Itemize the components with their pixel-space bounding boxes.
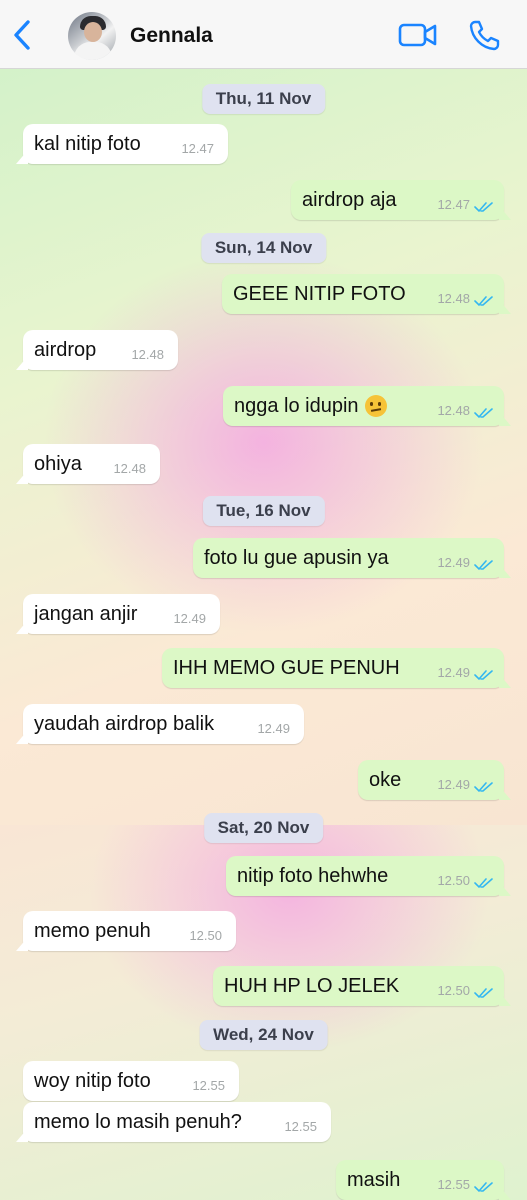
contact-avatar[interactable] xyxy=(68,12,116,60)
message-time: 12.49 xyxy=(173,611,206,626)
incoming-message[interactable]: airdrop 12.48 xyxy=(16,330,178,370)
message-time: 12.48 xyxy=(131,347,164,362)
incoming-message[interactable]: ohiya 12.48 xyxy=(16,444,160,484)
incoming-message[interactable]: memo penuh 12.50 xyxy=(16,911,236,951)
message-text: IHH MEMO GUE PENUH xyxy=(173,656,400,679)
double-check-icon xyxy=(474,408,493,419)
double-check-icon xyxy=(474,1182,493,1193)
chevron-left-icon xyxy=(14,20,30,50)
message-text: oke xyxy=(369,768,402,791)
raised-eyebrow-emoji xyxy=(364,395,387,417)
message-text: nitip foto hehwhe xyxy=(237,864,389,887)
message-time: 12.55 xyxy=(437,1177,470,1192)
message-text: memo lo masih penuh? xyxy=(34,1110,242,1133)
message-time: 12.48 xyxy=(113,461,146,476)
outgoing-message[interactable]: airdrop aja 12.47 xyxy=(291,180,511,220)
chat-header: Gennala xyxy=(0,0,527,69)
date-separator: Thu, 11 Nov xyxy=(201,84,326,114)
message-time: 12.49 xyxy=(437,665,470,680)
double-check-icon xyxy=(474,560,493,571)
double-check-icon xyxy=(474,878,493,889)
message-time: 12.50 xyxy=(189,928,222,943)
message-text: kal nitip foto xyxy=(34,132,141,155)
double-check-icon xyxy=(474,202,493,213)
double-check-icon xyxy=(474,670,493,681)
message-text: foto lu gue apusin ya xyxy=(204,546,389,569)
message-text: woy nitip foto xyxy=(34,1069,151,1092)
contact-name[interactable]: Gennala xyxy=(130,24,213,48)
message-time: 12.47 xyxy=(181,141,214,156)
outgoing-message[interactable]: foto lu gue apusin ya 12.49 xyxy=(193,538,511,578)
incoming-message[interactable]: jangan anjir 12.49 xyxy=(16,594,220,634)
back-button[interactable] xyxy=(8,18,36,52)
incoming-message[interactable]: memo lo masih penuh? 12.55 xyxy=(16,1102,331,1142)
message-time: 12.50 xyxy=(437,873,470,888)
date-separator: Wed, 24 Nov xyxy=(199,1020,328,1050)
message-text: yaudah airdrop balik xyxy=(34,712,215,735)
incoming-message[interactable]: kal nitip foto 12.47 xyxy=(16,124,228,164)
message-time: 12.50 xyxy=(437,983,470,998)
double-check-icon xyxy=(474,782,493,793)
message-time: 12.47 xyxy=(437,197,470,212)
message-time: 12.55 xyxy=(192,1078,225,1093)
video-call-button[interactable] xyxy=(398,20,438,50)
message-text: masih xyxy=(347,1168,401,1191)
message-time: 12.49 xyxy=(437,777,470,792)
message-text: HUH HP LO JELEK xyxy=(224,974,400,997)
outgoing-message[interactable]: ngga lo idupin 12.48 xyxy=(223,386,511,426)
message-text: GEEE NITIP FOTO xyxy=(233,282,406,305)
voice-call-button[interactable] xyxy=(468,18,502,52)
double-check-icon xyxy=(474,296,493,307)
phone-icon xyxy=(469,20,500,51)
message-text: memo penuh xyxy=(34,919,151,942)
message-time: 12.55 xyxy=(284,1119,317,1134)
message-text: jangan anjir xyxy=(34,602,138,625)
message-text: ngga lo idupin xyxy=(234,394,359,417)
incoming-message[interactable]: yaudah airdrop balik 12.49 xyxy=(16,704,304,744)
video-call-icon xyxy=(398,23,437,47)
message-text: airdrop xyxy=(34,338,97,361)
date-separator: Tue, 16 Nov xyxy=(202,496,325,526)
date-separator: Sun, 14 Nov xyxy=(200,233,327,263)
outgoing-message[interactable]: masih 12.55 xyxy=(336,1160,511,1200)
outgoing-message[interactable]: HUH HP LO JELEK 12.50 xyxy=(213,966,511,1006)
outgoing-message[interactable]: oke 12.49 xyxy=(358,760,511,800)
message-time: 12.49 xyxy=(437,555,470,570)
double-check-icon xyxy=(474,988,493,999)
message-text: airdrop aja xyxy=(302,188,397,211)
message-time: 12.49 xyxy=(257,721,290,736)
outgoing-message[interactable]: nitip foto hehwhe 12.50 xyxy=(226,856,511,896)
message-time: 12.48 xyxy=(437,403,470,418)
outgoing-message[interactable]: GEEE NITIP FOTO 12.48 xyxy=(222,274,511,314)
date-separator: Sat, 20 Nov xyxy=(203,813,324,843)
message-time: 12.48 xyxy=(437,291,470,306)
message-text: ohiya xyxy=(34,452,82,475)
incoming-message[interactable]: woy nitip foto 12.55 xyxy=(23,1061,239,1101)
outgoing-message[interactable]: IHH MEMO GUE PENUH 12.49 xyxy=(162,648,511,688)
